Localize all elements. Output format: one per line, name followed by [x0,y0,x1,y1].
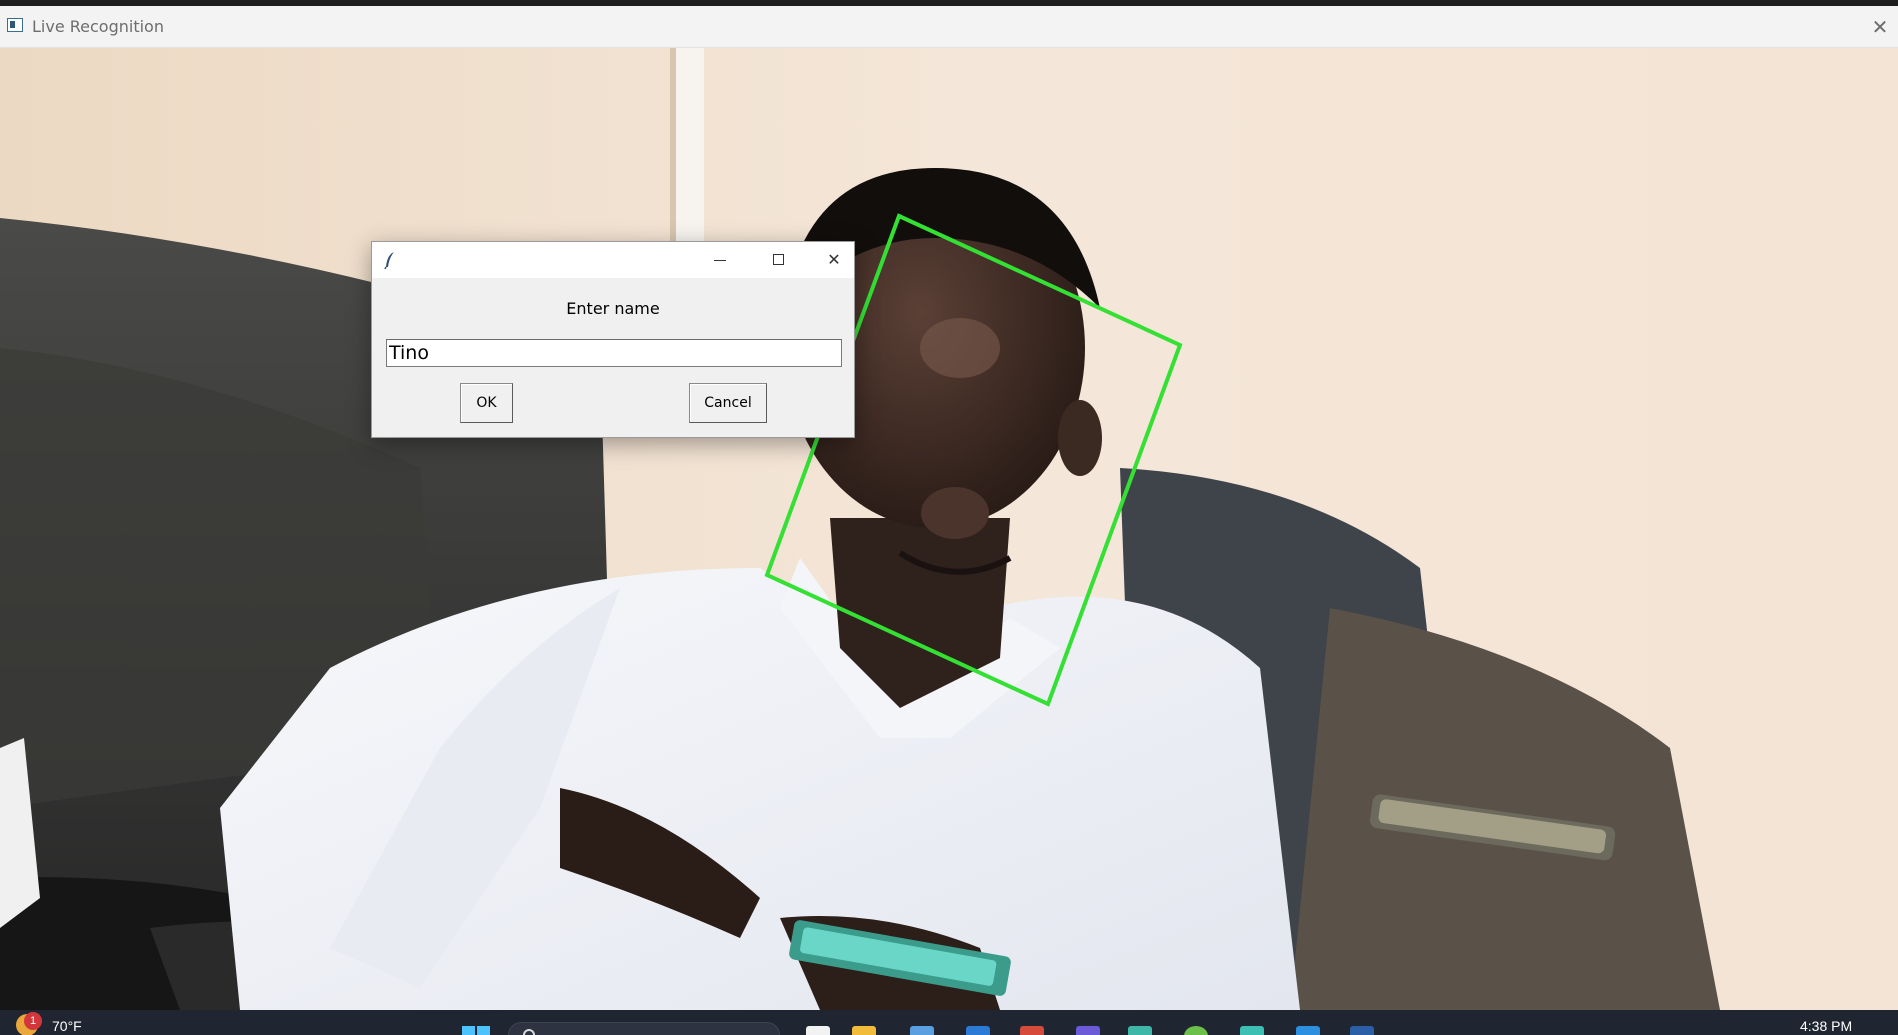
maximize-icon [773,254,784,265]
store-icon[interactable] [910,1026,934,1035]
search-icon [523,1029,535,1035]
dialog-prompt-label: Enter name [566,299,660,318]
window-titlebar[interactable]: Live Recognition ✕ [0,6,1898,48]
app-icon-blue[interactable] [1350,1026,1374,1035]
vscode-icon[interactable] [1296,1026,1320,1035]
dialog-titlebar[interactable]: ✕ [372,242,854,278]
window-close-button[interactable]: ✕ [1862,10,1898,44]
live-recognition-window: Live Recognition ✕ [0,6,1898,1010]
dialog-close-button[interactable]: ✕ [804,242,864,278]
taskbar: 1 70°F 4:38 PM [0,1010,1898,1035]
taskbar-search-box[interactable] [508,1022,780,1035]
app-window-icon [7,18,23,32]
ok-button[interactable]: OK [460,383,513,423]
camera-frame-image [0,48,1898,1010]
app-icon-teal[interactable] [1128,1026,1152,1035]
window-title: Live Recognition [32,17,164,36]
cancel-button[interactable]: Cancel [689,383,767,423]
minimize-icon [714,260,726,261]
enter-name-dialog: ✕ Enter name OK Cancel [371,241,855,438]
file-explorer-icon[interactable] [852,1026,876,1035]
camera-feed [0,48,1898,1010]
name-input[interactable] [386,339,842,367]
chrome-icon[interactable] [1020,1026,1044,1035]
dialog-minimize-button[interactable] [690,242,750,278]
mail-icon[interactable] [966,1026,990,1035]
teams-icon[interactable] [1076,1026,1100,1035]
app-icon-green[interactable] [1184,1026,1208,1035]
weather-notification-badge: 1 [24,1012,42,1030]
dialog-maximize-button[interactable] [749,242,809,278]
windows-start-icon[interactable] [462,1026,490,1035]
task-view-icon[interactable] [806,1026,830,1035]
weather-temperature[interactable]: 70°F [52,1018,82,1034]
app-icon-cyan[interactable] [1240,1026,1264,1035]
tk-feather-icon [384,252,394,269]
taskbar-clock[interactable]: 4:38 PM [1800,1018,1852,1034]
